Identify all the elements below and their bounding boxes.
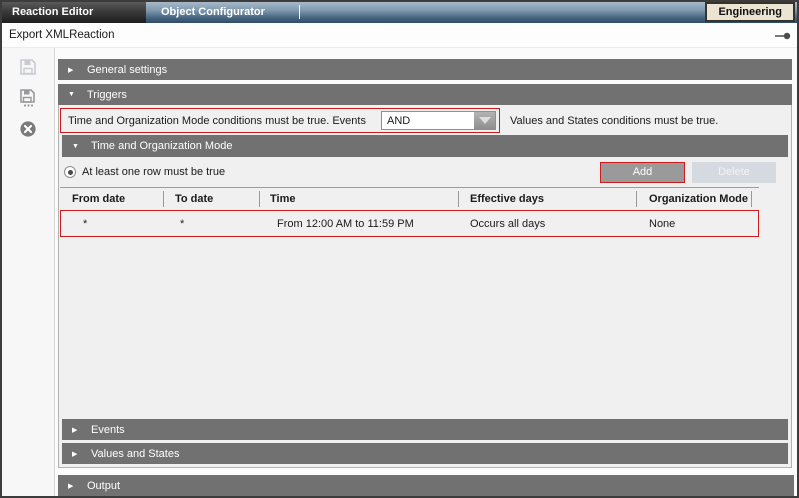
time-org-options-row: At least one row must be true Add Delete <box>62 160 776 184</box>
tab-reaction-editor[interactable]: Reaction Editor <box>2 2 146 23</box>
cell-time: From 12:00 AM to 11:59 PM <box>260 218 459 230</box>
subsection-time-org-mode-label: Time and Organization Mode <box>91 140 232 152</box>
section-collapsed-icon: ▶ <box>68 66 77 74</box>
column-header-effective-days[interactable]: Effective days <box>459 191 637 207</box>
cancel-icon[interactable] <box>18 119 38 139</box>
section-expanded-icon: ▼ <box>72 143 81 150</box>
dropdown-button[interactable] <box>474 112 495 129</box>
empty-area <box>59 237 791 419</box>
pin-icon[interactable] <box>775 31 791 44</box>
section-general-settings-label: General settings <box>87 64 167 76</box>
editor-toolbar: Export XMLReaction <box>2 23 797 48</box>
save-icon[interactable] <box>18 57 38 77</box>
cell-effective-days: Occurs all days <box>459 218 637 230</box>
tab-separator <box>299 5 300 19</box>
at-least-one-row-label: At least one row must be true <box>82 166 225 178</box>
table-row[interactable]: * * From 12:00 AM to 11:59 PM Occurs all… <box>60 210 759 237</box>
subsection-events-label: Events <box>91 424 125 436</box>
section-general-settings[interactable]: ▶ General settings <box>58 59 792 80</box>
section-triggers[interactable]: ▼ Triggers <box>58 84 792 105</box>
column-header-from-date[interactable]: From date <box>60 191 164 207</box>
cell-to-date: * <box>164 218 260 230</box>
tab-engineering[interactable]: Engineering <box>705 2 795 22</box>
delete-button[interactable]: Delete <box>692 162 776 183</box>
condition-prefix-text: Time and Organization Mode conditions mu… <box>68 115 366 127</box>
subsection-values-and-states[interactable]: ▶ Values and States <box>62 443 788 464</box>
tab-object-configurator-label: Object Configurator <box>146 2 265 23</box>
section-output[interactable]: ▶ Output <box>58 475 794 496</box>
subsection-events[interactable]: ▶ Events <box>62 419 788 440</box>
section-collapsed-icon: ▶ <box>72 450 81 458</box>
events-operator-value: AND <box>382 115 474 127</box>
reaction-editor-window: Reaction Editor Object Configurator Engi… <box>0 0 799 498</box>
cell-organization-mode: None <box>637 218 752 230</box>
chevron-down-icon <box>479 117 491 124</box>
condition-suffix-text: Values and States conditions must be tru… <box>510 115 718 127</box>
section-expanded-icon: ▼ <box>68 91 77 98</box>
column-header-to-date[interactable]: To date <box>164 191 260 207</box>
tab-object-configurator[interactable]: Object Configurator <box>146 2 797 23</box>
time-org-table: From date To date Time Effective days Or… <box>60 187 759 237</box>
add-button[interactable]: Add <box>600 162 685 183</box>
page-title: Export XMLReaction <box>9 23 114 48</box>
section-collapsed-icon: ▶ <box>72 426 81 434</box>
section-triggers-label: Triggers <box>87 89 127 101</box>
column-header-organization-mode[interactable]: Organization Mode <box>637 191 752 207</box>
subsection-time-org-mode[interactable]: ▼ Time and Organization Mode <box>62 135 788 157</box>
top-tab-bar: Reaction Editor Object Configurator Engi… <box>2 2 797 23</box>
subsection-values-and-states-label: Values and States <box>91 448 179 460</box>
table-header-row: From date To date Time Effective days Or… <box>60 187 759 210</box>
column-header-time[interactable]: Time <box>260 191 459 207</box>
condition-highlight-box: Time and Organization Mode conditions mu… <box>60 108 500 133</box>
section-collapsed-icon: ▶ <box>68 482 77 490</box>
at-least-one-row-radio[interactable] <box>64 166 76 178</box>
events-operator-dropdown[interactable]: AND <box>381 111 496 130</box>
section-output-label: Output <box>87 480 120 492</box>
save-as-icon[interactable] <box>18 88 38 108</box>
left-toolbar <box>2 48 55 496</box>
triggers-content: Time and Organization Mode conditions mu… <box>58 105 792 468</box>
condition-row: Time and Organization Mode conditions mu… <box>60 108 788 133</box>
cell-from-date: * <box>61 218 164 230</box>
main-panel: ▶ General settings ▼ Triggers Time and O… <box>56 48 797 496</box>
